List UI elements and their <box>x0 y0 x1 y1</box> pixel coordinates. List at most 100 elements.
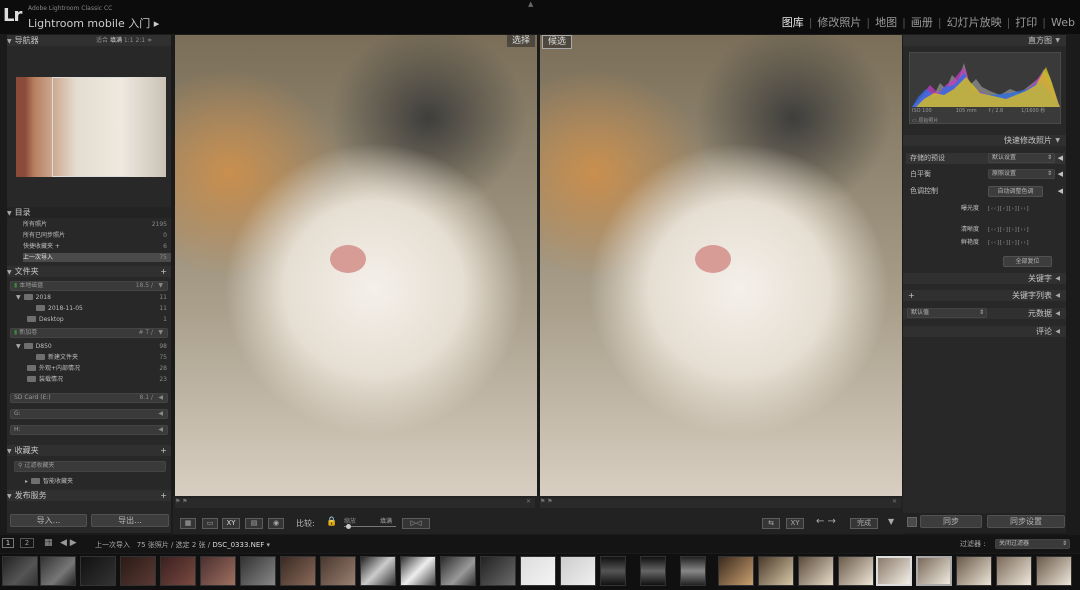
volume-local-disk[interactable]: ▮ 本地磁盘 18.5 /▼ <box>10 281 168 291</box>
module-library[interactable]: 图库 <box>777 14 809 30</box>
filmstrip-thumbnail[interactable] <box>80 556 116 586</box>
module-web[interactable]: Web <box>1046 16 1080 29</box>
filmstrip-thumbnail[interactable] <box>2 556 38 586</box>
filmstrip-thumbnail[interactable] <box>996 556 1032 586</box>
filmstrip-thumbnail[interactable] <box>718 556 754 586</box>
histogram[interactable]: ISO 100 105 mm f / 2.8 1/1600 秒 ▭ 原始照片 <box>909 52 1061 124</box>
zoom-slider-handle[interactable] <box>346 524 351 529</box>
folders-header[interactable]: ▼ 文件夹 + <box>7 266 171 277</box>
auto-sync-toggle[interactable] <box>907 517 917 527</box>
filmstrip-thumbnail[interactable] <box>680 556 706 586</box>
filmstrip-thumbnail[interactable] <box>160 556 196 586</box>
volume-h[interactable]: H: ◀ <box>10 425 168 435</box>
saved-preset-dropdown[interactable]: 默认设置 ⇕ <box>988 153 1055 163</box>
compare-view-icon[interactable]: XY <box>222 518 240 529</box>
catalog-item-synced[interactable]: 所有已同步照片 0 <box>23 231 171 240</box>
candidate-photo[interactable]: 候选 <box>540 35 902 497</box>
filmstrip-thumbnail[interactable] <box>280 556 316 586</box>
module-develop[interactable]: 修改照片 <box>812 14 866 30</box>
clarity-stepper[interactable]: [‹‹][‹][›][››] <box>988 225 1030 236</box>
sync-button[interactable]: 同步 <box>920 515 982 528</box>
filter-dropdown[interactable]: 关闭过滤器 ⇕ <box>995 539 1070 549</box>
filmstrip-thumbnail[interactable] <box>200 556 236 586</box>
white-balance-dropdown[interactable]: 原照设置 ⇕ <box>988 169 1055 179</box>
volume-g[interactable]: G: ◀ <box>10 409 168 419</box>
navigator-header[interactable]: ▼ 导航器 适合 填满 1:1 2:1 ≑ <box>7 35 171 46</box>
close-icon[interactable]: ✕ <box>892 498 897 505</box>
zoom-slider[interactable] <box>344 526 396 527</box>
done-button[interactable]: 完成 <box>850 518 878 529</box>
volume-new-volume[interactable]: ▮ 新加卷 # T / ▼ <box>10 328 168 338</box>
filmstrip-thumbnail[interactable] <box>480 556 516 586</box>
catalog-item-all-photos[interactable]: 所有照片 2195 <box>23 220 171 229</box>
smart-collections-folder[interactable]: ▸ 智能收藏夹 <box>25 477 165 486</box>
grid-view-icon[interactable]: ▦ <box>180 518 196 529</box>
comments-header[interactable]: 评论 ◀ <box>903 326 1066 337</box>
identity-plate[interactable]: Lightroom mobile 入门 ▸ <box>28 15 159 31</box>
filmstrip-thumbnail[interactable] <box>520 556 556 586</box>
filter-collections-input[interactable]: ⚲ 过滤收藏夹 <box>14 461 166 472</box>
filmstrip-thumbnail[interactable] <box>440 556 476 586</box>
catalog-header[interactable]: ▼ 目录 <box>7 207 171 218</box>
histogram-header[interactable]: 直方图 ▼ <box>903 35 1066 46</box>
filmstrip-thumbnail[interactable] <box>40 556 76 586</box>
zoom-1-1[interactable]: 1:1 <box>124 37 134 44</box>
catalog-item-quick-collection[interactable]: 快捷收藏夹 +6 <box>23 242 171 251</box>
folder-new-folder[interactable]: 新建文件夹 75 <box>36 353 171 362</box>
lock-icon[interactable]: 🔒 <box>326 517 337 527</box>
loupe-view-icon[interactable]: ▭ <box>202 518 218 529</box>
filmstrip-thumbnail[interactable] <box>560 556 596 586</box>
filmstrip-thumbnail[interactable] <box>600 556 626 586</box>
filmstrip-thumbnail[interactable] <box>1036 556 1072 586</box>
navigator-zoom-frame[interactable] <box>52 77 131 177</box>
make-select-icon[interactable]: XY <box>786 518 804 529</box>
catalog-item-previous-import[interactable]: 上一次导入 75 <box>23 253 171 262</box>
panel-collapse-icon[interactable]: ▲ <box>528 0 533 8</box>
reset-all-button[interactable]: 全部复位 <box>1003 256 1052 267</box>
folder-exterior-interior[interactable]: 外观+内部情况 28 <box>27 364 171 373</box>
vibrance-stepper[interactable]: [‹‹][‹][›][››] <box>988 238 1030 249</box>
prev-next-arrows[interactable]: ← → <box>816 516 836 527</box>
select-photo[interactable]: 选择 <box>175 35 537 497</box>
module-print[interactable]: 打印 <box>1010 14 1042 30</box>
auto-tone-button[interactable]: 自动调整色调 <box>988 186 1043 197</box>
folder-2018-11-05[interactable]: 2018-11-05 11 <box>36 304 171 313</box>
filmstrip-thumbnail[interactable] <box>758 556 794 586</box>
exposure-stepper[interactable]: [‹‹][‹][›][››] <box>988 204 1030 215</box>
zoom-2-1[interactable]: 2:1 <box>135 37 145 44</box>
sync-settings-button[interactable]: 同步设置 <box>987 515 1065 528</box>
back-forward-icons[interactable]: ◀ ▶ <box>60 538 77 548</box>
zoom-fill[interactable]: 填满 <box>110 37 122 44</box>
folder-loading[interactable]: 装载情况 23 <box>27 375 171 384</box>
main-window-button[interactable]: 1 <box>2 538 14 548</box>
filmstrip-thumbnail[interactable] <box>640 556 666 586</box>
toolbar-menu-icon[interactable]: ▼ <box>888 517 894 526</box>
filmstrip-thumbnail[interactable] <box>360 556 396 586</box>
keyword-list-header[interactable]: + 关键字列表 ◀ <box>903 290 1066 301</box>
collections-header[interactable]: ▼ 收藏夹 + <box>7 445 171 456</box>
second-window-button[interactable]: 2 <box>20 538 34 548</box>
filmstrip-thumbnail-selected[interactable] <box>916 556 952 586</box>
people-view-icon[interactable]: ◉ <box>268 518 284 529</box>
close-icon[interactable]: ✕ <box>526 498 531 505</box>
left-panel-edge[interactable] <box>0 35 7 533</box>
quick-develop-header[interactable]: 快速修改照片 ▼ <box>903 135 1066 146</box>
navigator-preview[interactable] <box>16 77 166 177</box>
filmstrip-thumbnail-selected[interactable] <box>876 556 912 586</box>
import-button[interactable]: 导入... <box>10 514 87 527</box>
original-photo-checkbox[interactable]: ▭ 原始照片 <box>912 117 938 124</box>
filmstrip-thumbnail[interactable] <box>798 556 834 586</box>
folder-2018[interactable]: ▼ 2018 11 <box>16 293 171 302</box>
module-book[interactable]: 画册 <box>906 14 938 30</box>
metadata-header[interactable]: 默认值 ⇕ 元数据 ◀ <box>903 308 1066 319</box>
zoom-fit[interactable]: 适合 <box>96 37 108 44</box>
filmstrip-thumbnail[interactable] <box>120 556 156 586</box>
export-button[interactable]: 导出... <box>91 514 169 527</box>
publish-header[interactable]: ▼ 发布服务 + <box>7 490 171 501</box>
survey-view-icon[interactable]: ▤ <box>245 518 263 529</box>
swap-button[interactable]: ▷◁ <box>402 518 430 529</box>
module-map[interactable]: 地图 <box>870 14 902 30</box>
filmstrip-source[interactable]: 上一次导入 75 张照片 / 选定 2 张 / DSC_0333.NEF ▾ <box>95 540 270 550</box>
right-panel-edge[interactable] <box>1066 35 1080 533</box>
filmstrip-thumbnail[interactable] <box>838 556 874 586</box>
